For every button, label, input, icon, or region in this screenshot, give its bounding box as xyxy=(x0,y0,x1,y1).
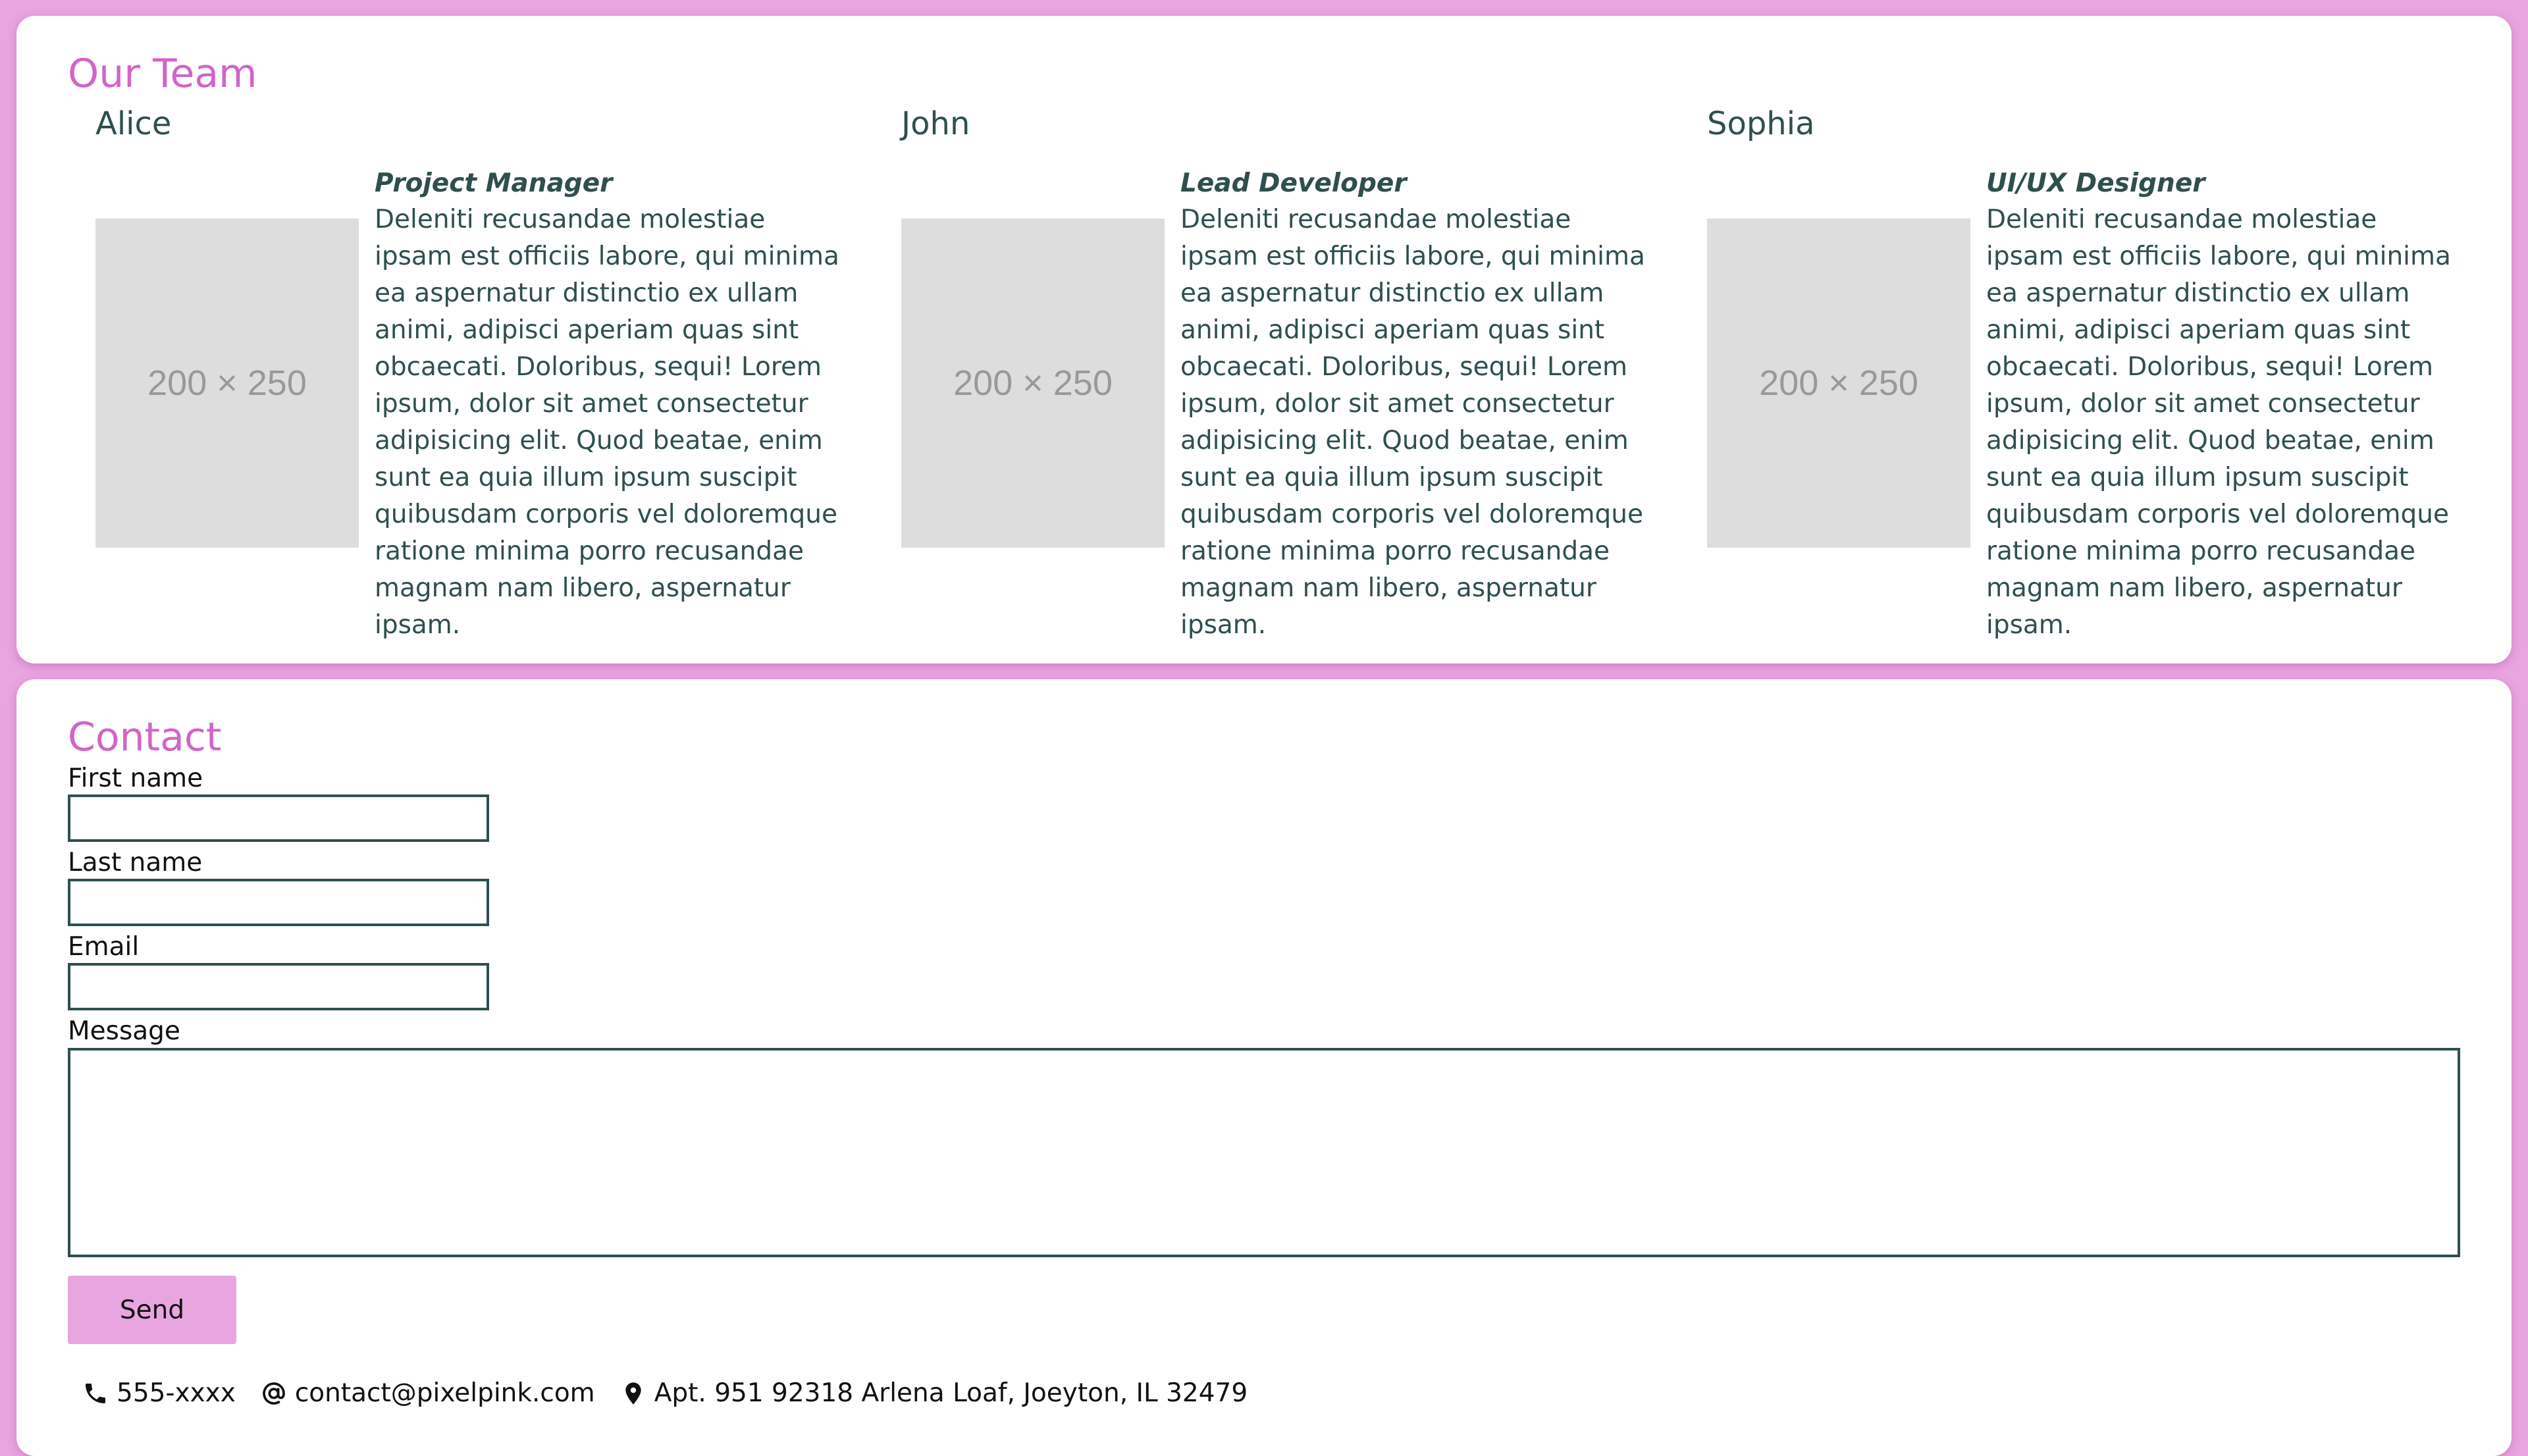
photo-size-label: 200 × 250 xyxy=(1759,363,1918,403)
contact-title: Contact xyxy=(68,714,222,760)
phone-number: 555-xxxx xyxy=(117,1378,236,1408)
contact-section: Contact First name Last name Email Messa… xyxy=(16,679,2512,1456)
last-name-label: Last name xyxy=(68,848,203,877)
email-info: contact@pixelpink.com xyxy=(261,1378,595,1408)
location-pin-icon xyxy=(625,1382,641,1405)
phone-info: 555-xxxx xyxy=(82,1378,236,1408)
email-address: contact@pixelpink.com xyxy=(294,1378,595,1408)
member-role: Project Manager xyxy=(375,169,613,198)
team-member-card: Sophia 200 × 250 UI/UX Designer Deleniti… xyxy=(1707,16,2484,648)
photo-size-label: 200 × 250 xyxy=(147,363,307,403)
send-button[interactable]: Send xyxy=(68,1276,236,1344)
phone-icon xyxy=(86,1383,105,1403)
member-role: UI/UX Designer xyxy=(1986,169,2205,198)
photo-size-label: 200 × 250 xyxy=(953,363,1113,403)
member-bio: Deleniti recusandae molestiae ipsam est … xyxy=(1986,205,2451,640)
last-name-input[interactable] xyxy=(68,879,489,926)
team-member-card: John 200 × 250 Lead Developer Deleniti r… xyxy=(901,16,1678,648)
message-label: Message xyxy=(68,1016,180,1046)
contact-info-bar: 555-xxxx contact@pixelpink.com Apt. 951 … xyxy=(82,1378,1273,1408)
message-textarea[interactable] xyxy=(68,1048,2460,1257)
team-member-card: Alice 200 × 250 Project Manager Deleniti… xyxy=(95,16,872,648)
at-icon xyxy=(263,1382,285,1405)
member-photo-placeholder: 200 × 250 xyxy=(901,219,1165,548)
first-name-label: First name xyxy=(68,764,203,793)
member-photo-placeholder: 200 × 250 xyxy=(95,219,359,548)
member-photo-placeholder: 200 × 250 xyxy=(1707,219,1970,548)
member-name: Alice xyxy=(95,105,172,142)
first-name-input[interactable] xyxy=(68,794,489,842)
member-name: John xyxy=(901,105,970,142)
address-text: Apt. 951 92318 Arlena Loaf, Joeyton, IL … xyxy=(654,1378,1248,1408)
address-info: Apt. 951 92318 Arlena Loaf, Joeyton, IL … xyxy=(620,1378,1248,1408)
email-label: Email xyxy=(68,932,140,962)
email-input[interactable] xyxy=(68,963,489,1010)
member-name: Sophia xyxy=(1707,105,1815,142)
member-role: Lead Developer xyxy=(1180,169,1407,198)
team-section: Our Team Alice 200 × 250 Project Manager… xyxy=(16,16,2512,663)
member-bio: Deleniti recusandae molestiae ipsam est … xyxy=(375,205,839,640)
member-bio: Deleniti recusandae molestiae ipsam est … xyxy=(1180,205,1645,640)
